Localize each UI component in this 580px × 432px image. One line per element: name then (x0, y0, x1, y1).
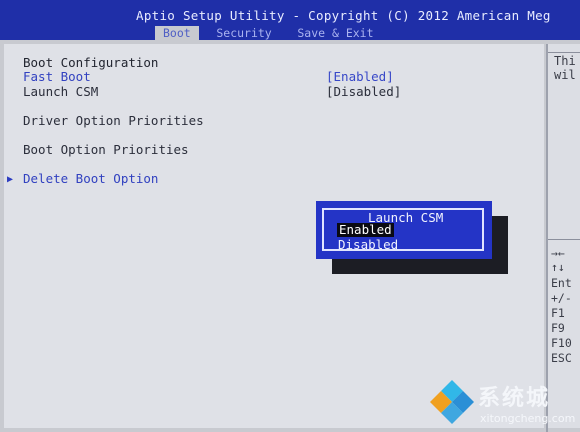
tab-bar: Boot Security Save & Exit (155, 26, 382, 40)
header-bar: Aptio Setup Utility - Copyright (C) 2012… (0, 0, 580, 40)
key-enter: Ent (551, 276, 572, 290)
tab-security[interactable]: Security (208, 26, 279, 40)
option-disabled[interactable]: Disabled (338, 238, 398, 252)
help-top-rule (548, 52, 580, 53)
key-f9: F9 (551, 321, 565, 335)
launch-csm-popup: Launch CSM Enabled Disabled (316, 201, 492, 259)
key-f1: F1 (551, 306, 565, 320)
help-text-line-2: wil (554, 68, 576, 82)
help-text-line-1: Thi (554, 54, 576, 68)
watermark-logo-icon (430, 380, 474, 424)
launch-csm-label[interactable]: Launch CSM (23, 85, 98, 99)
key-select-item: ↑↓ (551, 260, 565, 274)
launch-csm-value[interactable]: [Disabled] (326, 85, 401, 99)
option-enabled[interactable]: Enabled (337, 223, 394, 237)
boot-configuration-heading: Boot Configuration (23, 55, 159, 70)
delete-boot-option[interactable]: Delete Boot Option (23, 172, 158, 186)
watermark-brand: 系统城 (478, 386, 551, 411)
submenu-arrow-icon: ▶ (7, 174, 14, 185)
key-change: +/- (551, 291, 572, 305)
key-f10: F10 (551, 336, 572, 350)
watermark: 系统城 xitongcheng.com (426, 376, 580, 432)
watermark-url: xitongcheng.com (480, 412, 576, 425)
fast-boot-value[interactable]: [Enabled] (326, 70, 394, 84)
help-divider (548, 239, 580, 240)
popup-frame: Launch CSM Enabled Disabled (322, 208, 484, 252)
key-select-screen: →← (551, 246, 565, 260)
fast-boot-label[interactable]: Fast Boot (23, 70, 91, 84)
key-esc: ESC (551, 351, 572, 365)
boot-option-priorities[interactable]: Boot Option Priorities (23, 143, 189, 157)
app-title: Aptio Setup Utility - Copyright (C) 2012… (136, 8, 551, 23)
driver-option-priorities[interactable]: Driver Option Priorities (23, 114, 204, 128)
tab-save-exit[interactable]: Save & Exit (289, 26, 381, 40)
tab-boot[interactable]: Boot (155, 26, 199, 40)
help-panel: Thi wil →← ↑↓ Ent +/- F1 F9 F10 ESC (548, 44, 580, 428)
